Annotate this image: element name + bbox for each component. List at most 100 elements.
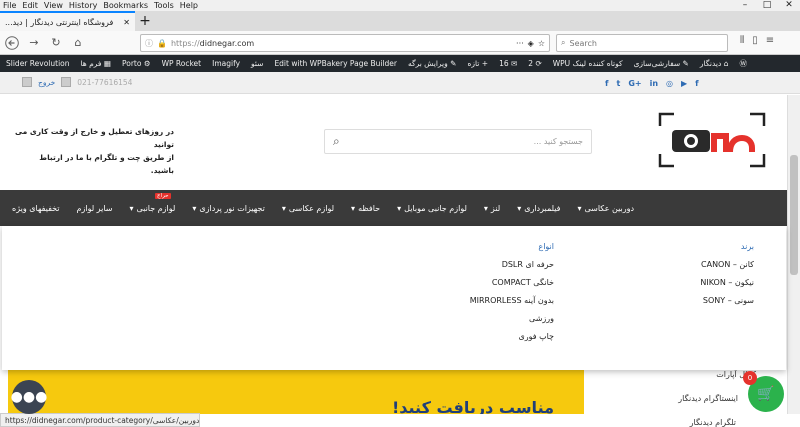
admin-updates[interactable]: ⟳ 2 xyxy=(528,59,541,68)
cart-count-badge: 0 xyxy=(743,371,757,385)
youtube-icon[interactable]: ▶ xyxy=(681,79,687,88)
admin-edit-page[interactable]: ✎ ویرایش برگه xyxy=(408,59,456,68)
promo-banner[interactable]: مناسب دریافت کنید! xyxy=(8,370,584,414)
admin-wprocket[interactable]: WP Rocket xyxy=(162,59,202,68)
admin-seo[interactable]: سئو xyxy=(251,59,263,68)
menu-bookmarks[interactable]: Bookmarks xyxy=(100,1,151,10)
url-text[interactable]: https://didnegar.com xyxy=(171,39,512,48)
forward-button[interactable]: → xyxy=(26,35,42,51)
admin-imagify[interactable]: Imagify xyxy=(212,59,240,68)
site-search-input[interactable]: ⌕ جستجو کنید ... xyxy=(324,129,592,154)
chevron-down-icon: ▾ xyxy=(281,203,286,213)
type-instant[interactable]: چاپ فوری xyxy=(470,332,554,341)
chevron-down-icon: ▾ xyxy=(192,203,197,213)
nav-item-accessories[interactable]: لوازم جانبی ▾ xyxy=(129,204,175,213)
browser-status-bar: https://didnegar.com/product-category/دو… xyxy=(0,413,200,427)
nav-item-camera[interactable]: دوربین عکاسی ▾ xyxy=(577,204,634,213)
window-controls: – □ ✕ xyxy=(734,0,800,10)
admin-site-name[interactable]: ⌂ دیدنگار xyxy=(700,59,729,68)
admin-wpu[interactable]: کوتاه کننده لینک WPU xyxy=(553,59,623,68)
new-tab-button[interactable]: + xyxy=(135,11,155,31)
brand-canon[interactable]: کانن – CANON xyxy=(700,260,754,269)
back-button[interactable] xyxy=(4,35,20,51)
menu-history[interactable]: History xyxy=(66,1,100,10)
sidebar-item-telegram[interactable]: تلگرام دیدنگار xyxy=(690,418,736,427)
admin-new[interactable]: + تازه xyxy=(467,59,488,68)
nav-item-other[interactable]: سایر لوازم xyxy=(77,204,113,213)
banner-text: مناسب دریافت کنید! xyxy=(391,398,554,414)
reload-icon: ↻ xyxy=(51,36,61,49)
brand-nikon[interactable]: نیکون – NIKON xyxy=(700,278,754,287)
forward-arrow-icon: → xyxy=(29,36,39,49)
facebook-icon[interactable]: f xyxy=(605,79,608,88)
type-sport[interactable]: ورزشی xyxy=(470,314,554,323)
minimize-icon[interactable]: – xyxy=(734,0,756,10)
nav-item-lighting[interactable]: تجهیزات نور پردازی ▾ xyxy=(192,204,265,213)
chat-button[interactable]: ●●● xyxy=(11,380,47,414)
sidebar-icon[interactable]: ▯ xyxy=(752,35,758,46)
brand-sony[interactable]: سونی – SONY xyxy=(700,296,754,305)
admin-customize[interactable]: ✎ سفارشی‌سازی xyxy=(634,59,689,68)
scrollbar-thumb[interactable] xyxy=(790,155,798,275)
menu-help[interactable]: Help xyxy=(177,1,201,10)
linkedin-icon[interactable]: in xyxy=(650,79,658,88)
admin-forms[interactable]: ▦ فرم ها xyxy=(81,59,111,68)
menu-tools[interactable]: Tools xyxy=(151,1,177,10)
main-navigation: دوربین عکاسی ▾ فیلمبرداری ▾ لنز ▾ لوازم جان… xyxy=(0,190,787,226)
wp-logo-icon[interactable]: Ⓦ xyxy=(740,58,748,69)
nav-item-photo-equipment[interactable]: لوازم عکاسی ▾ xyxy=(282,204,334,213)
user-zone: خروج 021-77616154 xyxy=(22,77,132,87)
browser-search-bar[interactable]: ⌕ Search xyxy=(556,34,728,52)
googleplus-icon[interactable]: G+ xyxy=(628,79,641,88)
instagram-icon[interactable]: ◎ xyxy=(666,79,673,88)
site-search-icon[interactable]: ⌕ xyxy=(333,134,340,149)
nav-item-special-offers[interactable]: تخفیفهای ویژه xyxy=(12,204,60,213)
page-scrollbar[interactable] xyxy=(787,95,800,414)
site-search-placeholder: جستجو کنید ... xyxy=(533,137,583,146)
sale-badge: حراج xyxy=(155,193,171,199)
twitter-icon[interactable]: t xyxy=(616,79,620,88)
nav-item-memory[interactable]: حافظه ▾ xyxy=(351,204,380,213)
camera-mega-menu: برند کانن – CANON نیکون – NIKON سونی – S… xyxy=(2,226,786,370)
menu-edit[interactable]: Edit xyxy=(19,1,41,10)
close-tab-icon[interactable]: ✕ xyxy=(123,18,130,27)
type-compact[interactable]: خانگی COMPACT xyxy=(470,278,554,287)
admin-wpbakery[interactable]: Edit with WPBakery Page Builder xyxy=(274,59,397,68)
avatar-2 xyxy=(61,77,72,87)
type-column: انواع حرفه ای DSLR خانگی COMPACT بدون آی… xyxy=(470,242,554,350)
browser-tab[interactable]: فروشگاه اینترنتی دیدنگار | دید... ✕ xyxy=(0,11,135,31)
facebook-icon-2[interactable]: f xyxy=(695,79,698,88)
phone-number: 021-77616154 xyxy=(77,77,133,87)
home-button[interactable]: ⌂ xyxy=(70,35,86,51)
chevron-down-icon: ▾ xyxy=(129,203,134,213)
search-icon: ⌕ xyxy=(561,38,566,47)
close-window-icon[interactable]: ✕ xyxy=(778,0,800,10)
admin-comments[interactable]: ✉ 16 xyxy=(499,59,517,68)
url-bar[interactable]: ⓘ 🔒 https://didnegar.com ··· ◈ ☆ xyxy=(140,34,550,52)
hamburger-menu-icon[interactable]: ≡ xyxy=(766,35,774,46)
page-actions-icon[interactable]: ··· xyxy=(516,39,524,48)
library-icon[interactable]: ⫴ xyxy=(740,35,744,46)
logout-link[interactable]: خروج xyxy=(38,78,55,87)
didnegar-logo-icon[interactable] xyxy=(658,112,766,168)
header-slogan: در روزهای تعطیل و خارج از وقت کاری می تو… xyxy=(14,125,174,177)
pocket-icon[interactable]: ◈ xyxy=(528,39,534,48)
menu-view[interactable]: View xyxy=(41,1,66,10)
menu-file[interactable]: File xyxy=(0,1,19,10)
nav-item-mobile-accessories[interactable]: لوازم جانبی موبایل ▾ xyxy=(397,204,467,213)
reload-button[interactable]: ↻ xyxy=(48,35,64,51)
sidebar-item-instagram[interactable]: اینستاگرام دیدنگار xyxy=(678,394,738,403)
nav-item-video[interactable]: فیلمبرداری ▾ xyxy=(517,204,560,213)
admin-slider[interactable]: Slider Revolution xyxy=(6,59,70,68)
brand-heading[interactable]: برند xyxy=(700,242,754,251)
info-icon[interactable]: ⓘ xyxy=(145,38,153,49)
type-heading[interactable]: انواع xyxy=(470,242,554,251)
maximize-icon[interactable]: □ xyxy=(756,0,778,10)
avatar xyxy=(22,77,32,87)
chevron-down-icon: ▾ xyxy=(483,203,488,213)
admin-porto[interactable]: ⚙ Porto xyxy=(122,59,151,68)
type-mirrorless[interactable]: بدون آینه MIRRORLESS xyxy=(470,296,554,305)
type-dslr[interactable]: حرفه ای DSLR xyxy=(470,260,554,269)
bookmark-star-icon[interactable]: ☆ xyxy=(538,39,545,48)
nav-item-lens[interactable]: لنز ▾ xyxy=(484,204,500,213)
